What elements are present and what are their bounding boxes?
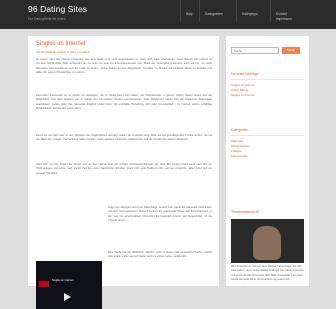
main-content: Singles im Internet Veröffentlicht am Au… xyxy=(28,36,219,309)
ad-image[interactable] xyxy=(231,219,304,263)
post-paragraph: Eine Sache hat der Bildschirm natürlich … xyxy=(108,251,212,259)
video-embed[interactable]: Singles im Internet xyxy=(36,261,102,309)
category-link[interactable]: Allgemein xyxy=(231,139,243,143)
nav-item-datingseiten[interactable]: Datingseiten xyxy=(205,9,223,19)
nav-item-blog[interactable]: Blog xyxy=(186,9,192,19)
post-paragraph: Geht man von der Anzahl der Nutzer aus, … xyxy=(36,163,212,175)
search-button[interactable]: Suche xyxy=(282,47,300,54)
site-title[interactable]: 96 Dating Sites xyxy=(28,4,87,14)
site-tagline: Die DatingSeite für jeden xyxy=(28,17,66,21)
post-paragraph: Besonders interessant ist es jedoch für … xyxy=(36,94,212,110)
recent-posts-title: Neueste Beiträge xyxy=(231,72,259,76)
nav-item-datingtipps[interactable]: Datingtipps xyxy=(242,9,258,19)
post-meta[interactable]: Veröffentlicht am August 6, 2017 von Adm… xyxy=(36,50,90,54)
post-paragraph: Bevor wir uns jetzt also zu den Vorzügen… xyxy=(36,134,212,142)
widget-divider xyxy=(231,79,304,80)
category-link[interactable]: Partnersuche xyxy=(231,154,248,158)
sidebar: Suche Neueste Beiträge Singles im Intern… xyxy=(226,36,309,286)
recent-post-link[interactable]: Singles im Internet xyxy=(231,83,254,87)
nav-item-impressum[interactable]: Impressum xyxy=(276,14,292,24)
nav-divider xyxy=(180,0,181,22)
category-link[interactable]: Flirttipps xyxy=(231,149,242,153)
post-paragraph: Zu sagen, dass das Internet inzwischen a… xyxy=(36,58,212,74)
ad-widget-title: Themenübersicht xyxy=(231,210,259,214)
nav-divider xyxy=(199,0,200,22)
widget-divider xyxy=(231,135,304,136)
post-paragraph: Folgt man dagegen einem der Ratschläge, … xyxy=(108,206,212,222)
category-link[interactable]: Datingratgeber xyxy=(231,144,250,148)
play-icon[interactable] xyxy=(64,293,71,301)
search-input[interactable] xyxy=(231,47,279,54)
nav-divider xyxy=(236,0,237,22)
flag-icon xyxy=(39,281,49,287)
post-title[interactable]: Singles im Internet xyxy=(36,41,86,47)
portrait-image xyxy=(253,226,281,260)
site-header: 96 Dating Sites Die DatingSeite für jede… xyxy=(0,0,336,29)
recent-post-link[interactable]: Singles im Internet xyxy=(231,93,254,97)
nav-divider xyxy=(270,0,271,22)
categories-title: Kategorien xyxy=(231,128,249,132)
recent-post-link[interactable]: Online Dating xyxy=(231,88,248,92)
